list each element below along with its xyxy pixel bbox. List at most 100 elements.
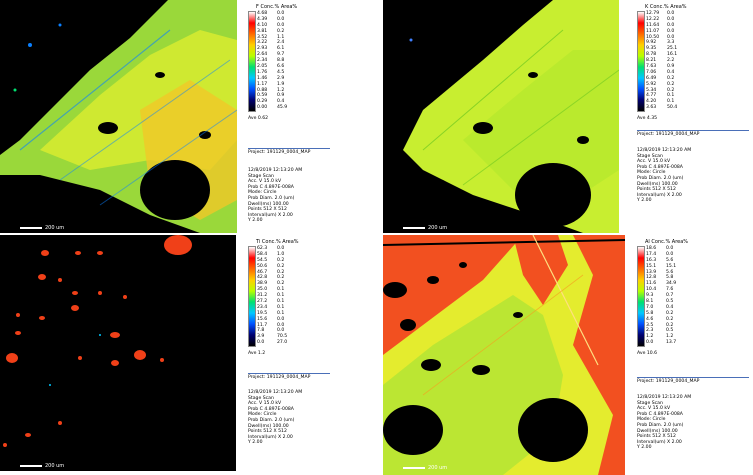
al-area-value: 15.1 (666, 263, 677, 269)
f-acquisition-info: 12/8/2019 12:13:20 AM Stage Scan Acc. V 15… (248, 168, 302, 224)
al-area-values: 0.0 0.0 5.6 15.1 5.6 5.8 34.9 7.6 0.7 0.5 0.4 0.2 0.… (666, 246, 676, 346)
f-scale-label: 200 um (45, 225, 65, 231)
k-element-map[interactable]: 200 um (383, 0, 619, 233)
k-level-value: 11.64 (646, 22, 660, 28)
ti-legend-panel: Ti Conc.% Area% 62.3 58.4 54.5 50.6 46.7 42.8… (240, 235, 330, 475)
f-average: Ave 0.62 (248, 116, 269, 121)
al-scale-bar: 200 um (403, 465, 447, 471)
ti-color-ramp (248, 246, 256, 347)
ti-area-values: 0.0 1.0 0.2 0.2 0.2 0.2 0.2 0.1 0.1 0.1 0.1 0.1 0.0 0… (277, 246, 287, 346)
al-element-map[interactable]: 200 um (383, 235, 625, 475)
al-legend-panel: Al Conc.% Area% 18.6 17.4 16.3 15.1 13.9 12.8… (629, 235, 753, 475)
ti-scale-bar: 200 um (20, 463, 64, 469)
ti-map-panel: 200 um Ti Conc.% Area% 62.3 58.4 54.5 50.6 4… (0, 235, 330, 475)
f-level-value: 3.81 (257, 28, 268, 34)
al-separator (637, 377, 749, 378)
ti-area-value: 27.0 (277, 340, 288, 346)
k-project-label: Project: 191129_0004_MAP (637, 132, 700, 137)
al-info-line: Y 2.00 (637, 445, 652, 451)
f-legend-panel: F Conc.% Area% 4.68 4.39 4.10 3.81 3.52 3.22 2… (240, 0, 330, 233)
k-info-line: Y 2.00 (637, 198, 652, 204)
al-map-panel: 200 um Al Conc.% Area% 18.6 17.4 16.3 15.1 1… (383, 235, 753, 475)
k-info-line: 12/8/2019 12:13:20 AM (637, 148, 692, 153)
k-info-line: Prob Diam. 2.0 (um) (637, 175, 684, 181)
f-info-line: 12/8/2019 12:13:20 AM (248, 168, 303, 173)
f-level-value: 4.10 (257, 22, 268, 28)
f-level-value: 1.76 (257, 69, 268, 75)
f-color-ramp (248, 11, 256, 112)
f-scale-line (20, 227, 42, 229)
ti-separator (248, 373, 330, 374)
f-level-value: 4.39 (257, 16, 268, 22)
ti-scale-line (20, 465, 42, 467)
al-level-value: 0.0 (646, 340, 654, 346)
ti-scale-label: 200 um (45, 463, 65, 469)
f-project-label: Project: 191129_0004_MAP (248, 150, 311, 155)
f-level-value: 0.00 (257, 105, 268, 111)
f-column-header: Conc.% Area% (260, 4, 298, 10)
k-element-label: K (645, 4, 649, 10)
k-level-value: 11.07 (646, 28, 660, 34)
al-legend-header: Al Conc.% Area% (645, 239, 688, 245)
f-level-value: 1.17 (257, 81, 268, 87)
al-level-values: 18.6 17.4 16.3 15.1 13.9 12.8 11.6 10.4 9.3 8.1 7.… (646, 246, 656, 346)
ti-element-label: Ti (256, 239, 261, 245)
f-info-line: Y 2.00 (248, 218, 263, 224)
al-project-label: Project: 191129_0004_MAP (637, 379, 700, 384)
al-average: Ave 10.6 (637, 351, 658, 356)
k-scale-bar: 200 um (403, 225, 447, 231)
ti-level-value: 19.5 (257, 310, 268, 316)
k-area-values: 0.0 0.0 0.0 0.0 0.0 3.3 25.1 16.1 2.2 0.9 0.4 0.2 0.… (667, 11, 677, 111)
al-level-value: 17.4 (646, 251, 657, 257)
k-acquisition-info: 12/8/2019 12:13:20 AM Stage Scan Acc. V 15… (637, 148, 691, 204)
ti-acquisition-info: 12/8/2019 12:13:20 AM Stage Scan Acc. V 15… (248, 390, 302, 446)
f-legend-header: F Conc.% Area% (256, 4, 297, 10)
ti-level-value: 23.4 (257, 304, 268, 310)
k-area-value: 50.4 (667, 105, 678, 111)
k-legend-panel: K Conc.% Area% 12.79 12.22 11.64 11.07 10.50… (629, 0, 753, 233)
k-color-ramp (637, 11, 645, 112)
f-level-value: 1.46 (257, 75, 268, 81)
ti-level-value: 54.5 (257, 257, 268, 263)
f-map-panel: 200 um F Conc.% Area% 4.68 4.39 4.10 3.81 3.… (0, 0, 330, 233)
al-element-label: Al (645, 239, 650, 245)
ti-info-line: Prob Diam. 2.0 (um) (248, 417, 295, 423)
ti-level-values: 62.3 58.4 54.5 50.6 46.7 42.8 38.9 35.0 31.2 27.2… (257, 246, 267, 346)
al-acquisition-info: 12/8/2019 12:13:20 AM Stage Scan Acc. V 15… (637, 395, 691, 451)
al-scale-label: 200 um (428, 465, 448, 471)
ti-level-value: 0.0 (257, 340, 265, 346)
f-map-image (0, 0, 237, 233)
f-area-value: 45.9 (277, 105, 288, 111)
ti-level-value: 50.6 (257, 263, 268, 269)
k-separator (637, 130, 749, 131)
f-element-label: F (256, 4, 259, 10)
f-info-line: Prob Diam. 2.0 (um) (248, 195, 295, 201)
ti-project-label: Project: 191129_0004_MAP (248, 375, 311, 380)
al-info-line: Prob Diam. 2.0 (um) (637, 422, 684, 428)
al-scale-line (403, 467, 425, 469)
ti-info-line: 12/8/2019 12:13:20 AM (248, 390, 303, 395)
f-separator (248, 148, 330, 149)
f-area-values: 0.0 0.0 0.0 0.2 1.1 2.4 6.1 9.7 8.8 6.6 4.5 2.9 1.9 1… (277, 11, 287, 111)
k-scale-line (403, 227, 425, 229)
k-average: Ave 4.35 (637, 116, 658, 121)
ti-column-header: Conc.% Area% (261, 239, 299, 245)
ti-element-map[interactable]: 200 um (0, 235, 236, 471)
ti-level-value: 58.4 (257, 251, 268, 257)
al-info-line: 12/8/2019 12:13:20 AM (637, 395, 692, 400)
f-level-values: 4.68 4.39 4.10 3.81 3.52 3.22 2.93 2.64 2.34 2.05… (257, 11, 267, 111)
f-element-map[interactable]: 200 um (0, 0, 237, 233)
al-area-value: 13.7 (666, 340, 677, 346)
f-scale-bar: 200 um (20, 225, 64, 231)
ti-legend-header: Ti Conc.% Area% (256, 239, 299, 245)
k-level-value: 3.63 (646, 105, 657, 111)
al-map-image (383, 235, 625, 475)
ti-info-line: Y 2.00 (248, 440, 263, 446)
k-column-header: Conc.% Area% (649, 4, 687, 10)
al-color-ramp (637, 246, 645, 347)
k-legend-header: K Conc.% Area% (645, 4, 687, 10)
al-level-value: 16.3 (646, 257, 657, 263)
al-level-value: 15.1 (646, 263, 657, 269)
k-scale-label: 200 um (428, 225, 448, 231)
ti-level-value: 15.6 (257, 316, 268, 322)
